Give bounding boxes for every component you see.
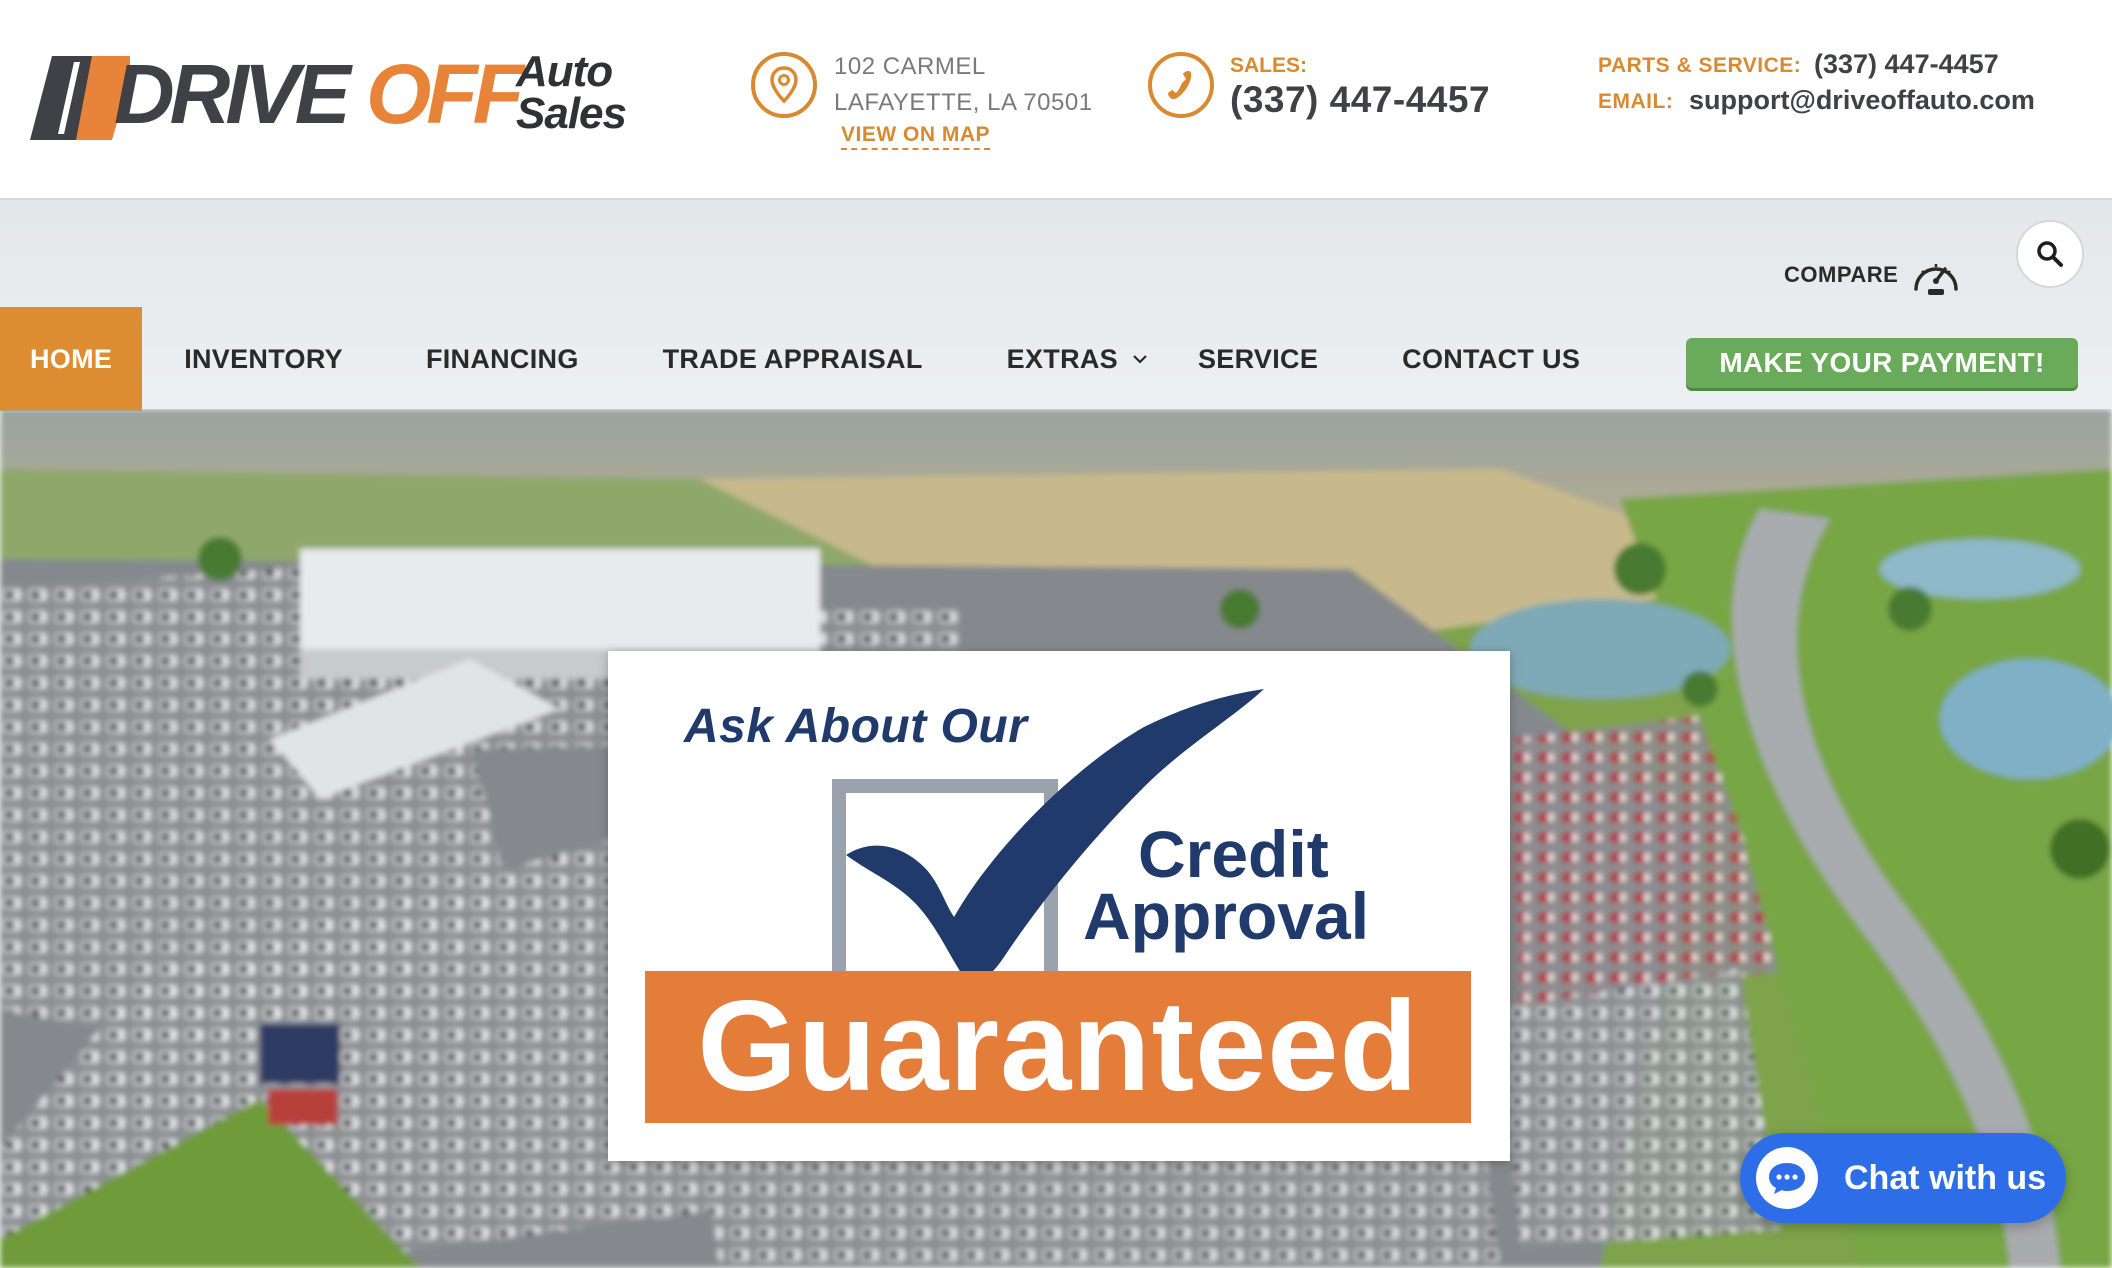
phone-icon bbox=[1148, 52, 1214, 118]
nav-item-service[interactable]: SERVICE bbox=[1198, 307, 1318, 411]
credit-approval-promo[interactable]: Ask About Our Credit Approval Guaranteed bbox=[608, 651, 1510, 1161]
make-payment-button[interactable]: MAKE YOUR PAYMENT! bbox=[1686, 338, 2078, 388]
compare-label: COMPARE bbox=[1784, 262, 1899, 287]
parts-service-phone-link[interactable]: (337) 447-4457 bbox=[1814, 51, 1999, 78]
logo-drive-text: DRIVE bbox=[114, 47, 351, 141]
nav-item-extras[interactable]: EXTRAS bbox=[1007, 307, 1148, 411]
logo-auto-text: Auto bbox=[516, 47, 613, 96]
sales-label: SALES: bbox=[1230, 54, 1308, 77]
site-logo[interactable]: DRIVE OFF Auto Sales bbox=[30, 50, 630, 140]
map-pin-icon bbox=[751, 52, 817, 118]
navigation-bar: COMPARE HOME INVENTORY FINANCING TRADE A… bbox=[0, 198, 2112, 411]
address-line-2: LAFAYETTE, LA 70501 bbox=[834, 89, 1093, 116]
email-link[interactable]: support@driveoffauto.com bbox=[1689, 87, 2035, 114]
compare-button[interactable]: COMPARE bbox=[1784, 245, 1962, 305]
view-on-map-link[interactable]: VIEW ON MAP bbox=[841, 124, 991, 150]
nav-item-trade-appraisal[interactable]: TRADE APPRAISAL bbox=[663, 307, 923, 411]
chat-label: Chat with us bbox=[1844, 1159, 2047, 1197]
nav-item-home[interactable]: HOME bbox=[0, 307, 143, 411]
chat-with-us-button[interactable]: Chat with us bbox=[1740, 1133, 2066, 1223]
parts-service-label: PARTS & SERVICE: bbox=[1598, 54, 1802, 77]
logo-off-text: OFF bbox=[366, 47, 524, 141]
email-label: EMAIL: bbox=[1598, 90, 1674, 113]
speedometer-icon bbox=[1914, 264, 1959, 295]
nav-item-extras-label: EXTRAS bbox=[1006, 343, 1118, 374]
promo-credit-text: Credit bbox=[1138, 817, 1329, 891]
promo-approval-text: Approval bbox=[1083, 879, 1370, 953]
nav-item-contact-us[interactable]: CONTACT US bbox=[1402, 307, 1580, 411]
sales-phone-link[interactable]: (337) 447-4457 bbox=[1230, 81, 1490, 118]
promo-guaranteed-text: Guaranteed bbox=[697, 975, 1419, 1118]
chat-bubble-icon bbox=[1756, 1147, 1818, 1209]
search-button[interactable] bbox=[2016, 220, 2084, 288]
address-line-1: 102 CARMEL bbox=[834, 53, 986, 80]
main-nav: HOME INVENTORY FINANCING TRADE APPRAISAL… bbox=[0, 307, 1580, 411]
hero-banner: Ask About Our Credit Approval Guaranteed… bbox=[0, 409, 2112, 1268]
nav-item-financing[interactable]: FINANCING bbox=[426, 307, 579, 411]
nav-item-inventory[interactable]: INVENTORY bbox=[184, 307, 343, 411]
site-header: DRIVE OFF Auto Sales 102 CARMEL LAFAYETT… bbox=[0, 0, 2112, 198]
chevron-down-icon bbox=[1132, 354, 1148, 364]
search-icon bbox=[2037, 241, 2063, 267]
logo-sales-text: Sales bbox=[516, 89, 627, 138]
